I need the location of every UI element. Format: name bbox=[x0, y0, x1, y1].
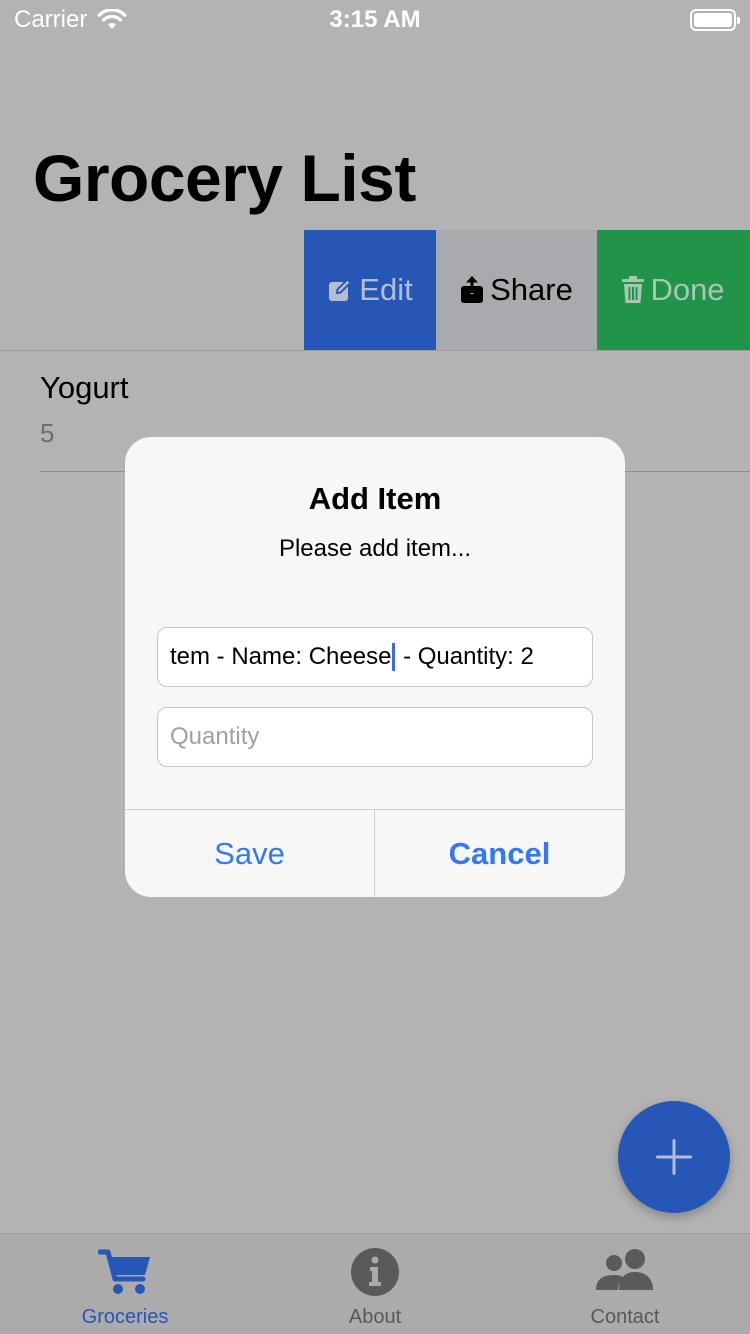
dialog-title: Add Item bbox=[308, 481, 442, 516]
done-button[interactable]: Done bbox=[597, 230, 750, 350]
save-button[interactable]: Save bbox=[125, 810, 374, 897]
tab-contact[interactable]: Contact bbox=[500, 1234, 750, 1334]
battery-icon bbox=[690, 9, 740, 31]
add-item-button[interactable] bbox=[618, 1101, 730, 1213]
people-icon bbox=[596, 1249, 653, 1290]
add-item-dialog: Add Item Please add item... tem - Name: … bbox=[125, 437, 625, 897]
cart-icon bbox=[98, 1249, 150, 1294]
item-name-text-before: tem - Name: Cheese bbox=[170, 643, 392, 670]
tab-bar: Groceries About Contact bbox=[0, 1233, 750, 1334]
tab-label: Groceries bbox=[81, 1306, 169, 1328]
swipe-actions: Edit Share Done bbox=[304, 230, 750, 350]
tab-label: Contact bbox=[590, 1306, 660, 1328]
dialog-message: Please add item... bbox=[278, 535, 472, 562]
item-name: Yogurt bbox=[40, 370, 129, 405]
edit-icon bbox=[329, 278, 353, 301]
tab-about[interactable]: About bbox=[250, 1234, 500, 1334]
divider bbox=[0, 350, 750, 351]
edit-label: Edit bbox=[359, 272, 413, 307]
page-title: Grocery List bbox=[33, 141, 416, 215]
cancel-button[interactable]: Cancel bbox=[375, 810, 624, 897]
share-label: Share bbox=[490, 272, 573, 307]
text-caret bbox=[392, 643, 396, 671]
status-time: 3:15 AM bbox=[329, 6, 421, 33]
done-label: Done bbox=[650, 272, 725, 307]
status-bar: Carrier 3:15 AM bbox=[0, 0, 750, 40]
item-name-field[interactable]: tem - Name: Cheese - Quantity: 2 bbox=[157, 627, 593, 687]
info-icon bbox=[351, 1248, 399, 1296]
item-name-text-after: - Quantity: 2 bbox=[396, 643, 534, 670]
share-button[interactable]: Share bbox=[436, 230, 597, 350]
quantity-placeholder: Quantity bbox=[170, 723, 260, 750]
tab-label: About bbox=[348, 1306, 402, 1328]
edit-button[interactable]: Edit bbox=[304, 230, 436, 350]
quantity-field[interactable]: Quantity bbox=[157, 707, 593, 767]
tab-groceries[interactable]: Groceries bbox=[0, 1234, 250, 1334]
share-icon bbox=[461, 276, 484, 303]
trash-icon bbox=[622, 276, 645, 303]
plus-icon bbox=[656, 1139, 692, 1175]
